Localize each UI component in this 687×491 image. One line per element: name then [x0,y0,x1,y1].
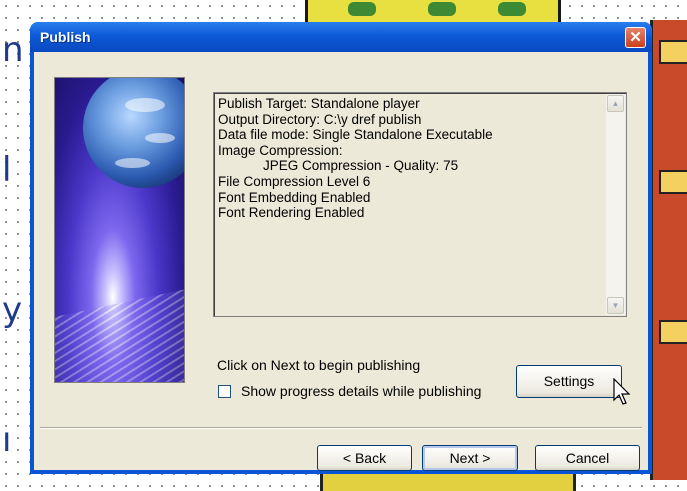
close-icon: ✕ [629,29,642,46]
publish-summary-textbox[interactable]: Publish Target: Standalone player Output … [213,92,627,317]
dialog-body: Publish Target: Standalone player Output … [34,52,648,471]
back-button[interactable]: < Back [317,445,412,471]
scroll-down-arrow-icon[interactable]: ▼ [607,297,624,314]
scroll-up-arrow-icon[interactable]: ▲ [607,95,624,112]
summary-line: Publish Target: Standalone player [218,96,420,111]
vertical-scrollbar[interactable]: ▲ ▼ [606,94,625,315]
summary-line: Font Embedding Enabled [218,189,371,205]
background-letter: n [2,30,24,70]
show-progress-checkbox[interactable] [218,385,231,398]
next-button[interactable]: Next > [422,445,518,471]
settings-button[interactable]: Settings [516,365,622,398]
summary-line: Data file mode: Single Standalone Execut… [218,127,493,143]
summary-line: File Compression Level 6 [218,173,371,189]
summary-line: Image Compression: [218,142,343,158]
summary-line: Font Rendering Enabled [218,205,365,221]
cancel-button[interactable]: Cancel [535,445,640,471]
background-letter: l [2,150,12,190]
background-letter: y [2,290,23,330]
instruction-text: Click on Next to begin publishing [217,357,421,373]
summary-line: Output Directory: C:\y dref publish [218,111,422,127]
show-progress-label[interactable]: Show progress details while publishing [241,383,481,399]
dialog-title: Publish [40,29,91,45]
publish-illustration [54,77,185,383]
title-bar[interactable]: Publish ✕ [30,22,652,52]
publish-summary-text: Publish Target: Standalone player Output … [218,96,493,221]
earth-image [83,78,184,188]
background-letter: ı [2,420,12,460]
button-divider [40,427,642,429]
summary-line: JPEG Compression - Quality: 75 [218,158,459,174]
close-button[interactable]: ✕ [625,27,646,48]
background-artwork-right [650,20,687,480]
publish-dialog: Publish ✕ Publish Target: Standalone pla… [30,22,652,474]
mouse-pointer-icon [613,378,631,405]
book-pages-image [55,285,184,382]
